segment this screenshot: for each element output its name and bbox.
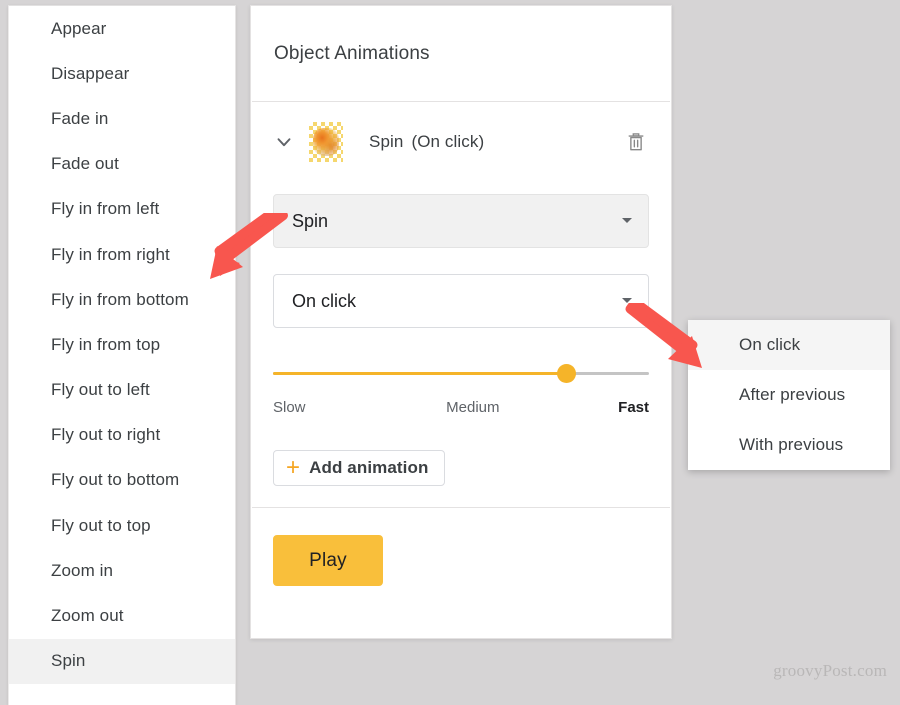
panel-title: Object Animations <box>274 42 430 64</box>
trigger-dropdown-menu[interactable]: On click After previous With previous <box>688 320 890 470</box>
speed-slider-area: Slow Medium Fast <box>251 328 671 416</box>
add-animation-button[interactable]: + Add animation <box>273 450 446 486</box>
menu-item-spin[interactable]: Spin <box>9 638 235 684</box>
trigger-option-label: After previous <box>739 385 846 404</box>
menu-item-label: Fade out <box>51 154 119 174</box>
watermark: groovyPost.com <box>773 661 887 680</box>
object-animations-panel: Object Animations Spin (On click) Spin O… <box>250 5 672 639</box>
caret-down-icon <box>620 291 634 312</box>
menu-item-label: Disappear <box>51 63 130 83</box>
chevron-down-icon[interactable] <box>269 127 299 157</box>
speed-slider-labels: Slow Medium Fast <box>273 399 649 416</box>
slide-object-thumbnail <box>309 122 343 162</box>
menu-item-label: Fly in from top <box>51 334 161 354</box>
menu-item-fade-in[interactable]: Fade in <box>9 96 235 141</box>
slider-thumb[interactable] <box>556 364 576 383</box>
slider-fill <box>273 372 567 375</box>
menu-item-label: Fly in from bottom <box>51 289 189 309</box>
trigger-option-after-previous[interactable]: After previous <box>688 370 890 420</box>
menu-item-fly-in-from-bottom[interactable]: Fly in from bottom <box>9 277 235 322</box>
animation-item-label: Spin (On click) <box>369 132 484 152</box>
menu-item-zoom-out[interactable]: Zoom out <box>9 593 235 638</box>
menu-item-label: Fly out to top <box>51 515 151 535</box>
trigger-option-with-previous[interactable]: With previous <box>688 420 890 470</box>
animation-settings: Spin On click <box>251 182 671 328</box>
slider-label-slow: Slow <box>273 399 306 416</box>
menu-item-fade-out[interactable]: Fade out <box>9 142 235 187</box>
menu-item-fly-out-to-top[interactable]: Fly out to top <box>9 503 235 548</box>
menu-item-label: Zoom out <box>51 606 124 626</box>
menu-item-fly-out-to-bottom[interactable]: Fly out to bottom <box>9 458 235 503</box>
animation-list-item[interactable]: Spin (On click) <box>251 102 671 182</box>
slider-label-medium: Medium <box>446 399 500 416</box>
animation-effect-name: Spin <box>369 132 404 151</box>
slider-label-fast: Fast <box>618 399 649 416</box>
caret-down-icon <box>620 211 634 232</box>
menu-item-fly-out-to-left[interactable]: Fly out to left <box>9 368 235 413</box>
animation-trigger-name: (On click) <box>411 132 485 151</box>
menu-item-label: Fade in <box>51 108 109 128</box>
speed-slider[interactable] <box>273 364 649 383</box>
menu-item-appear[interactable]: Appear <box>9 6 235 51</box>
trigger-option-on-click[interactable]: On click <box>688 320 890 370</box>
menu-item-zoom-in[interactable]: Zoom in <box>9 548 235 593</box>
menu-item-fly-in-from-top[interactable]: Fly in from top <box>9 322 235 367</box>
trash-icon[interactable] <box>621 127 651 157</box>
effect-select-value: Spin <box>292 210 329 231</box>
plus-icon: + <box>286 454 301 481</box>
menu-item-label: Fly out to bottom <box>51 470 180 490</box>
menu-item-label: Appear <box>51 18 107 38</box>
animation-type-menu[interactable]: Appear Disappear Fade in Fade out Fly in… <box>8 5 236 705</box>
trigger-select-value: On click <box>292 290 357 311</box>
menu-item-fly-in-from-left[interactable]: Fly in from left <box>9 187 235 232</box>
menu-item-disappear[interactable]: Disappear <box>9 51 235 96</box>
menu-item-label: Fly in from right <box>51 244 170 264</box>
effect-select[interactable]: Spin <box>273 194 649 248</box>
play-button[interactable]: Play <box>273 535 383 586</box>
menu-item-label: Fly in from left <box>51 199 160 219</box>
menu-item-label: Zoom in <box>51 560 114 580</box>
menu-item-fly-in-from-right[interactable]: Fly in from right <box>9 232 235 277</box>
menu-item-fly-out-to-right[interactable]: Fly out to right <box>9 413 235 458</box>
add-animation-area: + Add animation <box>251 416 671 486</box>
trigger-option-label: With previous <box>739 435 844 454</box>
menu-item-label: Spin <box>51 651 86 671</box>
menu-item-label: Fly out to left <box>51 380 150 400</box>
add-animation-label: Add animation <box>309 458 429 477</box>
play-area: Play <box>251 508 671 586</box>
trigger-option-label: On click <box>739 335 801 354</box>
menu-item-label: Fly out to right <box>51 425 161 445</box>
trigger-select[interactable]: On click <box>273 274 649 328</box>
